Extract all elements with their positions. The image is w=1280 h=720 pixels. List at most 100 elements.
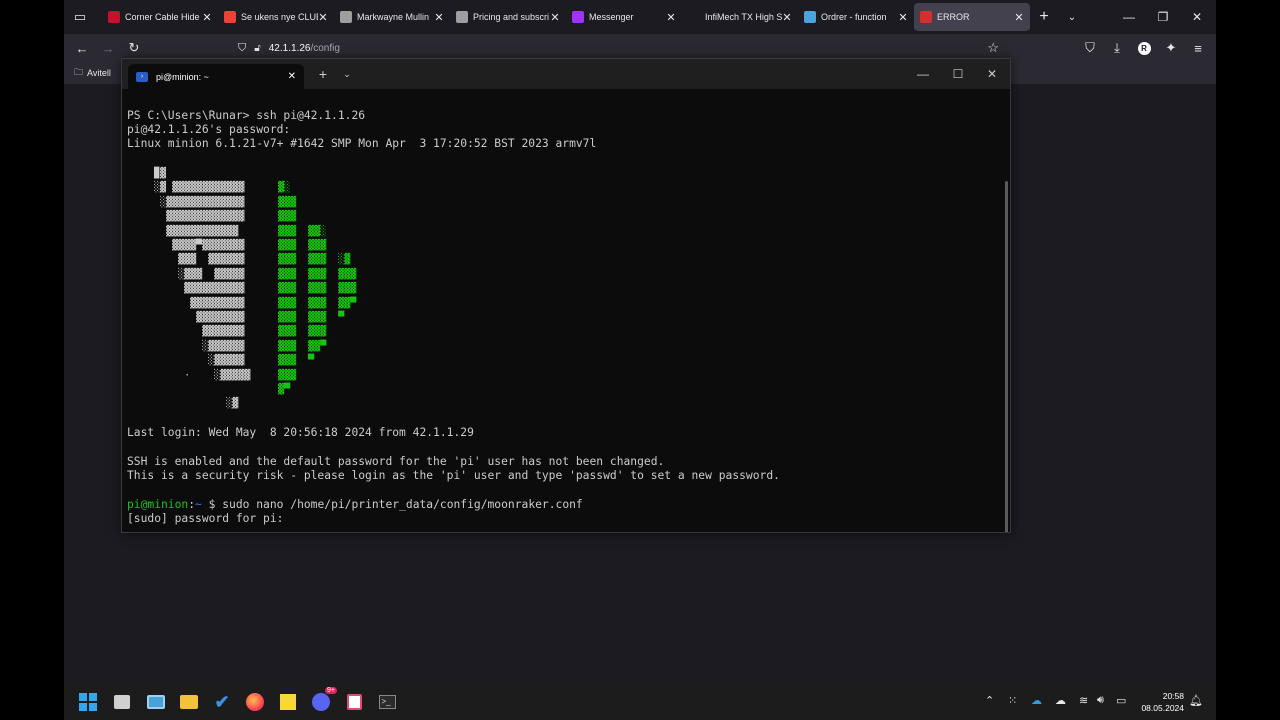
onedrive-icon[interactable]: ☁ xyxy=(1031,694,1042,707)
shield-icon[interactable]: ⛉ xyxy=(238,42,246,55)
logo-line: ▓▓▓ ▓▓▓ xyxy=(260,240,327,251)
todo-icon[interactable]: ✔ xyxy=(210,690,234,714)
logo-line: ▓░ xyxy=(260,182,291,194)
forward-icon[interactable]: → xyxy=(95,35,121,61)
tab-list-icon[interactable]: ▭ xyxy=(66,3,94,31)
browser-tab[interactable]: InfiMech TX High Spe✕ xyxy=(682,3,798,31)
tab-close-icon[interactable]: ✕ xyxy=(898,11,908,24)
terminal-line: SSH is enabled and the default password … xyxy=(127,455,665,468)
browser-tab[interactable]: ERROR ✕ xyxy=(914,3,1030,31)
extensions-icon[interactable]: ✦ xyxy=(1158,35,1184,61)
tab-close-icon[interactable]: ✕ xyxy=(1014,11,1024,24)
tab-close-icon[interactable]: ✕ xyxy=(434,11,444,24)
url-bar[interactable]: ⛉ 🔓︎ 42.1.1.26/config ☆ xyxy=(238,37,999,59)
browser-tab[interactable]: Pricing and subscri ✕ xyxy=(450,3,566,31)
gmail-icon xyxy=(224,11,236,23)
logo-line: ▓▓▓ xyxy=(260,369,297,381)
terminal-line: pi@42.1.1.26's password: xyxy=(127,123,291,136)
tab-close-icon[interactable]: ✕ xyxy=(666,11,676,24)
file-icon[interactable] xyxy=(110,690,134,714)
downloads-icon[interactable]: ⤓ xyxy=(1104,35,1130,61)
terminal-icon[interactable]: >_ xyxy=(375,690,399,714)
logo-line: ░▓ xyxy=(142,398,239,410)
logo-line: ░▓▓▓▓▓▓ xyxy=(142,340,245,352)
logo-line: ▓▓▓ ▓▓▓ ▀ xyxy=(260,312,345,323)
terminal-tab-close-icon[interactable]: ✕ xyxy=(288,71,296,82)
new-tab-icon[interactable]: + xyxy=(1030,3,1058,31)
logo-line: ▓▓▓ ▀ xyxy=(260,355,315,367)
file-explorer-icon[interactable] xyxy=(177,690,201,714)
folder-icon: 🗀︎ xyxy=(74,67,84,77)
messenger-icon xyxy=(572,11,584,23)
logo-line: ▓▓▓▓▓▓▓▓▓▓ xyxy=(142,283,245,295)
tab-close-icon[interactable]: ✕ xyxy=(202,11,212,24)
blank-icon xyxy=(688,11,700,23)
terminal-maximize-button[interactable]: ☐ xyxy=(943,59,973,89)
desktop: ▭ Corner Cable Hide ✕ Se ukens nye CLUB ✕ Ma… xyxy=(64,0,1216,720)
logo-line: ▓▓▓ ▓▓▓ ▓▓▀ xyxy=(260,297,357,309)
tab-close-icon[interactable]: ✕ xyxy=(550,11,560,24)
tab-close-icon[interactable]: ✕ xyxy=(782,11,792,24)
logo-line: ▓▀ xyxy=(260,384,291,395)
clock-time: 20:58 xyxy=(1162,691,1184,701)
url-path: /config xyxy=(310,42,340,54)
logo-line: ▓▓▓ ▓▓▓▓▓▓ xyxy=(142,254,245,266)
menu-icon[interactable]: ≡ xyxy=(1185,35,1211,61)
browser-tab[interactable]: Markwayne Mullin ✕ xyxy=(334,3,450,31)
back-icon[interactable]: ← xyxy=(69,35,95,61)
browser-tab[interactable]: Ordrer - function ✕ xyxy=(798,3,914,31)
logo-line: ░▓▓▓▓▓ xyxy=(142,355,245,367)
notifications-bell-icon[interactable]: 🔔︎ xyxy=(1189,694,1203,707)
discord-icon[interactable]: 9+ xyxy=(309,687,337,714)
clock[interactable]: 20:58 08.05.2024 xyxy=(1141,690,1184,714)
logo-line: ▓▓▓ ▓▓▀ xyxy=(260,340,327,352)
terminal-tab[interactable]: › pi@minion: ~ ✕ xyxy=(128,64,304,89)
wifi-icon[interactable]: ≋ xyxy=(1079,694,1088,707)
terminal-minimize-button[interactable]: — xyxy=(908,59,938,89)
profile-avatar[interactable]: R xyxy=(1131,35,1157,61)
browser-tab[interactable]: Corner Cable Hide ✕ xyxy=(102,3,218,31)
logo-line: ▓▓▓▓▓▓▓▓ xyxy=(142,312,245,323)
windows-start-icon[interactable] xyxy=(76,690,100,714)
app-grid-icon[interactable]: ⁙ xyxy=(1008,694,1017,707)
terminal-window: › pi@minion: ~ ✕ + ⌄ — ☐ ✕ PS C:\Users\R… xyxy=(121,58,1011,533)
terminal-body[interactable]: PS C:\Users\Runar> ssh pi@42.1.1.26 pi@4… xyxy=(122,89,1010,532)
logo-line: ▓▓▓ ▓▓▓ ▓▓▓ xyxy=(260,283,357,295)
bookmark-folder-avitell[interactable]: Avitell xyxy=(87,68,111,78)
firefox-icon[interactable] xyxy=(243,690,267,714)
tab-close-icon[interactable]: ✕ xyxy=(318,11,328,24)
browser-tab[interactable]: Messenger ✕ xyxy=(566,3,682,31)
logo-line: ▓▓▓ xyxy=(260,211,297,223)
logo-line: ▓▓▓▓▓▓▓▓▓ xyxy=(142,297,245,309)
terminal-scrollbar[interactable] xyxy=(1005,181,1008,532)
battery-icon[interactable]: ▭ xyxy=(1116,694,1126,707)
tab-title: Pricing and subscri xyxy=(473,12,550,22)
terminal-dropdown-icon[interactable]: ⌄ xyxy=(332,59,362,89)
insecure-lock-icon[interactable]: 🔓︎ xyxy=(254,43,260,54)
minimize-button[interactable]: — xyxy=(1112,0,1146,34)
url-host: 42.1.1.26 xyxy=(268,42,311,54)
bookmark-star-icon[interactable]: ☆ xyxy=(987,40,999,56)
profile-initial: R xyxy=(1137,41,1151,55)
tab-title: Messenger xyxy=(589,12,634,22)
cloud-icon[interactable]: ☁ xyxy=(1055,694,1066,707)
terminal-line: [sudo] password for pi: xyxy=(127,512,284,525)
restore-button[interactable]: ❐ xyxy=(1146,0,1180,34)
chevron-up-icon[interactable]: ⌃ xyxy=(985,694,994,707)
sticky-notes-icon[interactable] xyxy=(276,690,300,714)
logo-line: ▓▓▓▓▓▓▓▓▓▓▓▓▓ xyxy=(142,211,245,223)
prompt-user-host: pi@minion xyxy=(127,498,189,511)
warning-icon xyxy=(920,11,932,23)
chevron-down-icon[interactable]: ⌄ xyxy=(1058,3,1086,31)
pocket-icon[interactable]: ⛉ xyxy=(1077,35,1103,61)
browser-tab-strip: ▭ Corner Cable Hide ✕ Se ukens nye CLUB ✕ Ma… xyxy=(64,0,1216,34)
terminal-close-button[interactable]: ✕ xyxy=(977,59,1007,89)
volume-icon[interactable]: 🔊︎ xyxy=(1097,694,1104,707)
snipping-tool-icon[interactable] xyxy=(342,690,366,714)
logo-line: ▓▓▓ ▓▓▓ ░▓ xyxy=(260,254,351,266)
tab-title: InfiMech TX High Spe xyxy=(705,12,782,22)
photos-icon[interactable] xyxy=(144,690,168,714)
close-button[interactable]: ✕ xyxy=(1180,0,1214,34)
browser-tab[interactable]: Se ukens nye CLUB ✕ xyxy=(218,3,334,31)
prompt-path: ~ xyxy=(195,498,202,511)
